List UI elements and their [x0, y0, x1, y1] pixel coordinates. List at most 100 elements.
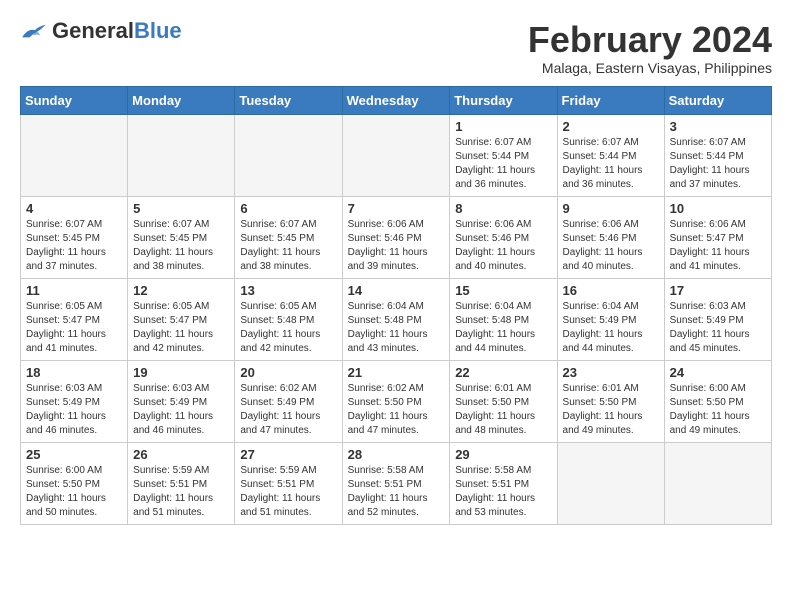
- day-number: 7: [348, 201, 445, 216]
- calendar-cell: 3Sunrise: 6:07 AM Sunset: 5:44 PM Daylig…: [664, 114, 771, 196]
- day-number: 13: [240, 283, 336, 298]
- day-number: 3: [670, 119, 766, 134]
- calendar-header-friday: Friday: [557, 86, 664, 114]
- calendar-cell: 10 Sunrise: 6:06 AM Sunset: 5:47 PM Dayli…: [664, 196, 771, 278]
- calendar-cell: 19 Sunrise: 6:03 AM Sunset: 5:49 PM Dayli…: [128, 360, 235, 442]
- day-number: 25: [26, 447, 122, 462]
- day-number: 1: [455, 119, 551, 134]
- calendar-header-monday: Monday: [128, 86, 235, 114]
- calendar-cell: 21 Sunrise: 6:02 AM Sunset: 5:50 PM Dayli…: [342, 360, 450, 442]
- calendar-cell: 18 Sunrise: 6:03 AM Sunset: 5:49 PM Dayli…: [21, 360, 128, 442]
- day-number: 6: [240, 201, 336, 216]
- day-number: 11: [26, 283, 122, 298]
- day-info: Sunrise: 6:07 AM Sunset: 5:45 PM Dayligh…: [26, 218, 122, 274]
- calendar-week-row: 1 Sunrise: 6:07 AM Sunset: 5:44 PM Daylig…: [21, 114, 772, 196]
- calendar-cell: 7 Sunrise: 6:06 AM Sunset: 5:46 PM Daylig…: [342, 196, 450, 278]
- day-info: Sunrise: 6:06 AM Sunset: 5:47 PM Dayligh…: [670, 218, 766, 274]
- calendar-header-sunday: Sunday: [21, 86, 128, 114]
- day-number: 16: [563, 283, 659, 298]
- calendar-cell: 9Sunrise: 6:06 AM Sunset: 5:46 PM Daylig…: [557, 196, 664, 278]
- calendar-cell: 24 Sunrise: 6:00 AM Sunset: 5:50 PM Dayli…: [664, 360, 771, 442]
- day-number: 9: [563, 201, 659, 216]
- calendar-cell: 20 Sunrise: 6:02 AM Sunset: 5:49 PM Dayli…: [235, 360, 342, 442]
- calendar-cell: 23 Sunrise: 6:01 AM Sunset: 5:50 PM Dayli…: [557, 360, 664, 442]
- calendar-cell: 5 Sunrise: 6:07 AM Sunset: 5:45 PM Daylig…: [128, 196, 235, 278]
- day-info: Sunrise: 6:07 AM Sunset: 5:44 PM Dayligh…: [563, 136, 659, 192]
- calendar-cell: 26 Sunrise: 5:59 AM Sunset: 5:51 PM Dayli…: [128, 442, 235, 524]
- calendar-cell: 15 Sunrise: 6:04 AM Sunset: 5:48 PM Dayli…: [450, 278, 557, 360]
- day-info: Sunrise: 6:05 AM Sunset: 5:47 PM Dayligh…: [133, 300, 229, 356]
- day-info: Sunrise: 6:05 AM Sunset: 5:47 PM Dayligh…: [26, 300, 122, 356]
- day-number: 28: [348, 447, 445, 462]
- calendar-cell: 25 Sunrise: 6:00 AM Sunset: 5:50 PM Dayli…: [21, 442, 128, 524]
- day-number: 12: [133, 283, 229, 298]
- calendar-table: SundayMondayTuesdayWednesdayThursdayFrid…: [20, 86, 772, 525]
- day-info: Sunrise: 6:02 AM Sunset: 5:49 PM Dayligh…: [240, 382, 336, 438]
- day-info: Sunrise: 6:07 AM Sunset: 5:44 PM Dayligh…: [455, 136, 551, 192]
- day-number: 5: [133, 201, 229, 216]
- calendar-cell: 13Sunrise: 6:05 AM Sunset: 5:48 PM Dayli…: [235, 278, 342, 360]
- day-number: 18: [26, 365, 122, 380]
- calendar-header-saturday: Saturday: [664, 86, 771, 114]
- day-number: 15: [455, 283, 551, 298]
- calendar-week-row: 4Sunrise: 6:07 AM Sunset: 5:45 PM Daylig…: [21, 196, 772, 278]
- calendar-cell: 29Sunrise: 5:58 AM Sunset: 5:51 PM Dayli…: [450, 442, 557, 524]
- page-header: GeneralBlue February 2024 Malaga, Easter…: [20, 20, 772, 76]
- day-number: 22: [455, 365, 551, 380]
- day-info: Sunrise: 6:00 AM Sunset: 5:50 PM Dayligh…: [26, 464, 122, 520]
- day-info: Sunrise: 6:03 AM Sunset: 5:49 PM Dayligh…: [670, 300, 766, 356]
- calendar-cell: [128, 114, 235, 196]
- calendar-cell: 17 Sunrise: 6:03 AM Sunset: 5:49 PM Dayli…: [664, 278, 771, 360]
- day-info: Sunrise: 6:02 AM Sunset: 5:50 PM Dayligh…: [348, 382, 445, 438]
- day-info: Sunrise: 6:07 AM Sunset: 5:45 PM Dayligh…: [240, 218, 336, 274]
- day-info: Sunrise: 5:58 AM Sunset: 5:51 PM Dayligh…: [348, 464, 445, 520]
- calendar-cell: 6 Sunrise: 6:07 AM Sunset: 5:45 PM Daylig…: [235, 196, 342, 278]
- calendar-cell: 28 Sunrise: 5:58 AM Sunset: 5:51 PM Dayli…: [342, 442, 450, 524]
- day-info: Sunrise: 6:04 AM Sunset: 5:48 PM Dayligh…: [348, 300, 445, 356]
- day-info: Sunrise: 6:07 AM Sunset: 5:45 PM Dayligh…: [133, 218, 229, 274]
- day-info: Sunrise: 6:01 AM Sunset: 5:50 PM Dayligh…: [563, 382, 659, 438]
- day-number: 26: [133, 447, 229, 462]
- calendar-cell: [557, 442, 664, 524]
- day-info: Sunrise: 6:06 AM Sunset: 5:46 PM Dayligh…: [455, 218, 551, 274]
- day-info: Sunrise: 6:04 AM Sunset: 5:48 PM Dayligh…: [455, 300, 551, 356]
- calendar-week-row: 11 Sunrise: 6:05 AM Sunset: 5:47 PM Dayli…: [21, 278, 772, 360]
- day-number: 2: [563, 119, 659, 134]
- calendar-cell: 14 Sunrise: 6:04 AM Sunset: 5:48 PM Dayli…: [342, 278, 450, 360]
- calendar-cell: 27Sunrise: 5:59 AM Sunset: 5:51 PM Dayli…: [235, 442, 342, 524]
- day-info: Sunrise: 6:04 AM Sunset: 5:49 PM Dayligh…: [563, 300, 659, 356]
- day-number: 14: [348, 283, 445, 298]
- day-number: 23: [563, 365, 659, 380]
- day-info: Sunrise: 5:59 AM Sunset: 5:51 PM Dayligh…: [133, 464, 229, 520]
- logo-bird-icon: [20, 21, 48, 41]
- calendar-cell: 12 Sunrise: 6:05 AM Sunset: 5:47 PM Dayli…: [128, 278, 235, 360]
- day-number: 17: [670, 283, 766, 298]
- location-subtitle: Malaga, Eastern Visayas, Philippines: [528, 60, 772, 76]
- month-year-title: February 2024: [528, 20, 772, 60]
- day-number: 29: [455, 447, 551, 462]
- calendar-cell: [235, 114, 342, 196]
- day-number: 27: [240, 447, 336, 462]
- day-info: Sunrise: 6:06 AM Sunset: 5:46 PM Dayligh…: [348, 218, 445, 274]
- day-info: Sunrise: 6:03 AM Sunset: 5:49 PM Dayligh…: [26, 382, 122, 438]
- calendar-cell: [664, 442, 771, 524]
- day-number: 21: [348, 365, 445, 380]
- day-number: 20: [240, 365, 336, 380]
- day-info: Sunrise: 6:00 AM Sunset: 5:50 PM Dayligh…: [670, 382, 766, 438]
- day-number: 10: [670, 201, 766, 216]
- day-info: Sunrise: 6:01 AM Sunset: 5:50 PM Dayligh…: [455, 382, 551, 438]
- calendar-header-row: SundayMondayTuesdayWednesdayThursdayFrid…: [21, 86, 772, 114]
- logo: GeneralBlue: [20, 20, 182, 42]
- day-number: 8: [455, 201, 551, 216]
- title-block: February 2024 Malaga, Eastern Visayas, P…: [528, 20, 772, 76]
- day-number: 24: [670, 365, 766, 380]
- logo-text: GeneralBlue: [52, 20, 182, 42]
- calendar-week-row: 18 Sunrise: 6:03 AM Sunset: 5:49 PM Dayli…: [21, 360, 772, 442]
- day-number: 19: [133, 365, 229, 380]
- day-info: Sunrise: 6:03 AM Sunset: 5:49 PM Dayligh…: [133, 382, 229, 438]
- calendar-header-thursday: Thursday: [450, 86, 557, 114]
- calendar-cell: 11 Sunrise: 6:05 AM Sunset: 5:47 PM Dayli…: [21, 278, 128, 360]
- calendar-cell: 8 Sunrise: 6:06 AM Sunset: 5:46 PM Daylig…: [450, 196, 557, 278]
- calendar-cell: [342, 114, 450, 196]
- calendar-week-row: 25 Sunrise: 6:00 AM Sunset: 5:50 PM Dayli…: [21, 442, 772, 524]
